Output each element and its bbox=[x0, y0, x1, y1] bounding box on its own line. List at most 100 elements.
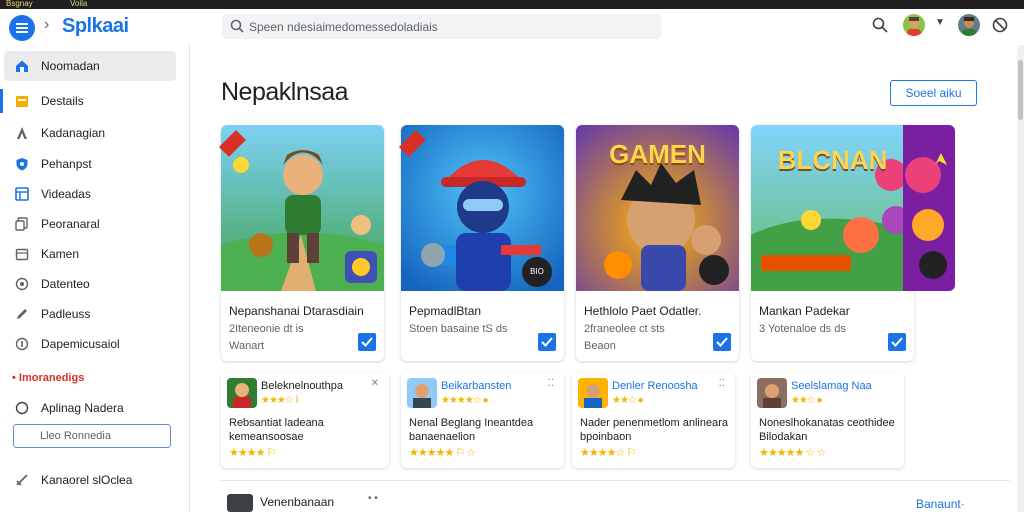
card-subtitle: Wanart bbox=[229, 340, 265, 352]
check-icon bbox=[891, 337, 903, 347]
game-card[interactable]: BLCNAN Mankan Padekar 3 Yotenaloe ds ds bbox=[751, 125, 914, 361]
checkbox[interactable] bbox=[538, 333, 556, 351]
sidebar-item-pehanpst[interactable]: Pehanpst bbox=[4, 149, 176, 179]
item-description: Rebsantiat ladeana kemeansoosae bbox=[229, 417, 324, 443]
search-icon bbox=[230, 19, 244, 33]
pen-icon bbox=[17, 309, 27, 319]
sidebar-item-label: Aplinag Nadera bbox=[41, 401, 124, 415]
see-all-button[interactable]: Soeel aiku bbox=[890, 80, 977, 106]
item-title: Seelslamag Naa bbox=[791, 380, 872, 392]
search-icon[interactable] bbox=[872, 17, 888, 33]
card-meta: 2Iteneonie dt is bbox=[229, 323, 304, 335]
sidebar-item-padleuss[interactable]: Padleuss bbox=[4, 299, 176, 329]
row-label: Venenbanaan bbox=[260, 495, 335, 509]
item-description: Nader penenmetlom anlineara bpoinbaon bbox=[580, 417, 728, 443]
window-title-left: Bsgnay bbox=[6, 0, 33, 8]
list-row[interactable]: Venenbanaan • • Banaunt· bbox=[220, 480, 1010, 512]
settings-icon[interactable] bbox=[992, 17, 1008, 33]
grid-icon bbox=[15, 187, 29, 201]
avatar[interactable] bbox=[903, 14, 925, 36]
brand-logo[interactable]: Splkaai bbox=[62, 15, 129, 38]
game-card[interactable]: BIO PepmadlBtan Stoen basaine tS ds bbox=[399, 125, 564, 361]
rating-stars: ★★☆ ● bbox=[791, 395, 823, 406]
sidebar-item-label: Datenteo bbox=[41, 277, 90, 291]
more-icon[interactable]: ⁚⁚ bbox=[719, 378, 725, 389]
list-item[interactable]: Seelslamag Naa ★★☆ ● Noneslhokanatas ceo… bbox=[751, 372, 904, 468]
card-title: Nepanshanai Dtarasdiain bbox=[229, 304, 364, 318]
window-title-right: Voila bbox=[70, 0, 88, 8]
sidebar-item-label: Videadas bbox=[41, 187, 91, 201]
sidebar-item-footer[interactable]: Kanaorel slOclea bbox=[4, 465, 176, 495]
card-meta: 3 Yotenaloe ds ds bbox=[759, 323, 846, 335]
expand-icon[interactable]: ✕ bbox=[371, 378, 379, 389]
check-icon bbox=[361, 337, 373, 347]
card-title: PepmadlBtan bbox=[409, 304, 482, 318]
sidebar-item-datenteo[interactable]: Datenteo bbox=[4, 269, 176, 299]
search-bar[interactable] bbox=[222, 14, 661, 39]
row-link[interactable]: Banaunt· bbox=[916, 497, 965, 511]
item-title: Denler Renoosha bbox=[612, 380, 698, 392]
game-art-title: BLCNAN bbox=[777, 145, 888, 175]
item-title: Beikarbansten bbox=[441, 380, 512, 392]
chevron-down-icon[interactable]: ▼ bbox=[935, 17, 945, 28]
sidebar-item-dapemicusaiol[interactable]: Dapemicusaiol bbox=[4, 329, 176, 359]
list-item[interactable]: Beleknelnouthpa ✕ ★★★☆ ⌇ Rebsantiat lade… bbox=[221, 372, 389, 468]
card-title: Hethlolo Paet Odatler. bbox=[584, 304, 702, 318]
rating-stars: ★★★★★ ⚐ ☆ bbox=[409, 447, 476, 459]
more-icon[interactable]: • • bbox=[368, 493, 378, 504]
scrollbar-thumb[interactable] bbox=[1018, 60, 1023, 120]
sidebar-item-label: Noomadan bbox=[41, 59, 100, 73]
game-thumbnail bbox=[757, 378, 787, 408]
person-icon bbox=[17, 127, 27, 139]
sidebar-item-label: Pehanpst bbox=[41, 157, 92, 171]
item-description: Noneslhokanatas ceothidee Bilodakan bbox=[759, 417, 895, 443]
help-icon bbox=[15, 337, 29, 351]
sidebar-item-label: Peoranaral bbox=[41, 217, 100, 231]
game-badge bbox=[699, 255, 729, 285]
checkbox[interactable] bbox=[713, 333, 731, 351]
page-title: Nepaklnsaa bbox=[221, 78, 349, 106]
sidebar: Noomadan Destails Kadanagian Pehanpst Vi… bbox=[0, 45, 190, 512]
card-meta: 2franeolee ct sts bbox=[584, 323, 665, 335]
sidebar-item-label: Destails bbox=[41, 94, 84, 108]
menu-button[interactable] bbox=[9, 15, 35, 41]
rating-stars: ★★☆ ● bbox=[612, 395, 644, 406]
checkbox[interactable] bbox=[358, 333, 376, 351]
check-icon bbox=[541, 337, 553, 347]
game-card[interactable]: Nepanshanai Dtarasdiain 2Iteneonie dt is… bbox=[219, 125, 384, 361]
list-item[interactable]: Beikarbansten ⁚⁚ ★★★★☆ ● Nenal Beglang I… bbox=[401, 372, 564, 468]
sidebar-item-home[interactable]: Noomadan bbox=[4, 51, 176, 81]
game-art bbox=[221, 125, 384, 291]
game-card-partial[interactable] bbox=[903, 125, 955, 291]
card-subtitle: Beaon bbox=[584, 340, 616, 352]
sidebar-item-details[interactable]: Destails bbox=[4, 86, 176, 116]
sidebar-item-videadas[interactable]: Videadas bbox=[4, 179, 176, 209]
circle-icon bbox=[15, 277, 29, 291]
avatar[interactable] bbox=[958, 14, 980, 36]
card-title: Mankan Padekar bbox=[759, 304, 850, 318]
more-icon[interactable]: ⁚⁚ bbox=[548, 378, 554, 389]
info-icon bbox=[15, 401, 29, 415]
search-input[interactable] bbox=[249, 17, 649, 36]
item-title: Beleknelnouthpa bbox=[261, 380, 343, 392]
sidebar-item-kamen[interactable]: Kamen bbox=[4, 239, 176, 269]
sidebar-item-kadanagian[interactable]: Kadanagian bbox=[4, 118, 176, 148]
card-meta: Stoen basaine tS ds bbox=[409, 323, 508, 335]
sidebar-item-label: Kanaorel slOclea bbox=[41, 473, 133, 487]
selection-indicator bbox=[0, 89, 3, 113]
game-card[interactable]: GAMEN Hethlolo Paet Odatler. 2franeolee … bbox=[576, 125, 739, 361]
game-thumbnail bbox=[227, 378, 257, 408]
chevron-right-icon[interactable]: › bbox=[44, 16, 49, 34]
rating-stars: ★★★☆ ⌇ bbox=[261, 395, 300, 406]
rating-stars: ★★★★☆ ● bbox=[441, 395, 489, 406]
sidebar-item-aplinag[interactable]: Aplinag Nadera bbox=[4, 393, 176, 423]
game-thumbnail bbox=[407, 378, 437, 408]
window-title-strip: Bsgnay Voila bbox=[0, 0, 1024, 9]
sidebar-filter-input[interactable] bbox=[13, 424, 171, 448]
sidebar-item-peoranaral[interactable]: Peoranaral bbox=[4, 209, 176, 239]
section-header: • Imoranedigs bbox=[12, 372, 85, 384]
list-item[interactable]: Denler Renoosha ⁚⁚ ★★☆ ● Nader penenmetl… bbox=[572, 372, 735, 468]
rating-stars: ★★★★ ⚐ bbox=[229, 447, 276, 459]
checkbox[interactable] bbox=[888, 333, 906, 351]
game-art-title: GAMEN bbox=[609, 139, 706, 169]
